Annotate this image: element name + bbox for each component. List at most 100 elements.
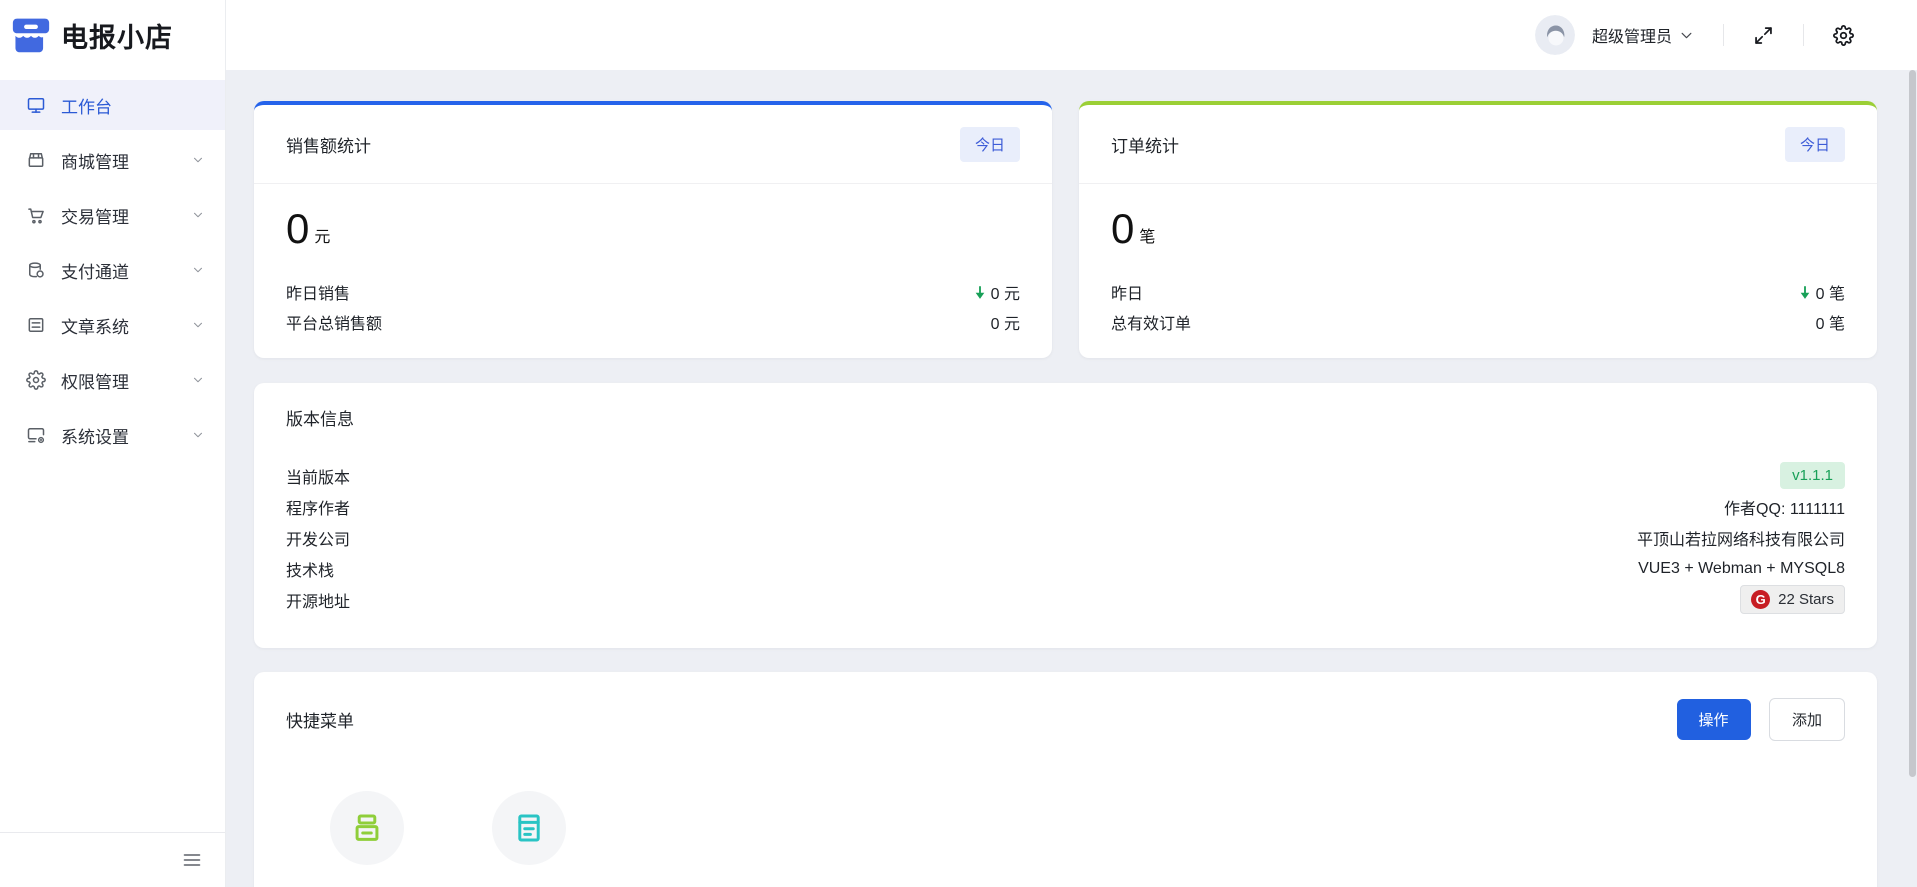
row-value: 0 笔 [1816,310,1845,334]
collapse-menu-icon[interactable] [181,849,203,871]
shortcut-label: 商品分类 [335,882,399,887]
row-label: 昨日销售 [286,280,350,304]
sales-stats-card: 销售额统计 今日 0 元 昨日销售 [254,101,1052,358]
row-label: 技术栈 [286,557,334,581]
trend-down-icon [973,285,987,300]
chevron-down-icon [191,208,205,222]
row-value: VUE3 + Webman + MYSQL8 [1638,560,1845,578]
chevron-down-icon [191,428,205,442]
operate-button[interactable]: 操作 [1677,699,1751,740]
version-row: 程序作者 作者QQ: 1111111 [286,491,1845,522]
sidebar-item-label: 文章系统 [61,313,129,338]
row-label: 当前版本 [286,464,350,488]
card-header: 快捷菜单 操作 添加 [286,698,1845,741]
today-badge[interactable]: 今日 [1785,127,1845,162]
sidebar-item-label: 工作台 [61,93,112,118]
card-header: 订单统计 今日 [1079,105,1877,184]
orders-stats-card: 订单统计 今日 0 笔 昨日 0 [1079,101,1877,358]
sidebar-item-workbench[interactable]: 工作台 [0,80,225,130]
chevron-down-icon[interactable] [1679,28,1694,43]
chevron-down-icon [191,318,205,332]
row-label: 总有效订单 [1111,310,1191,334]
monitor-icon [26,95,46,115]
sidebar-item-trade[interactable]: 交易管理 [0,190,225,240]
sidebar-item-permissions[interactable]: 权限管理 [0,355,225,405]
main-metric: 0 元 [286,208,1020,250]
row-label: 开源地址 [286,588,350,612]
row-value: 0 元 [973,280,1020,304]
trend-down-icon [1798,285,1812,300]
header-divider [1803,24,1804,46]
row-label: 开发公司 [286,526,350,550]
version-info-card: 版本信息 当前版本 v1.1.1 程序作者 作者QQ: 1111111 开发公司… [254,383,1877,648]
metric-unit: 笔 [1139,223,1155,250]
sidebar-item-label: 商城管理 [61,148,129,173]
brand-logo[interactable]: 电报小店 [0,0,225,70]
user-name[interactable]: 超级管理员 [1592,23,1672,47]
metric-row: 总有效订单 0 笔 [1111,307,1845,337]
chevron-down-icon [191,373,205,387]
version-row: 当前版本 v1.1.1 [286,460,1845,491]
metric-value: 0 [1111,208,1134,250]
row-value: 平顶山若拉网络科技有限公司 [1637,526,1845,550]
sidebar-nav: 工作台 商城管理 交易管理 支付通道 文章系统 [0,70,225,460]
shortcut-product-list[interactable]: 商品列表 [448,791,610,887]
gitee-stars-badge[interactable]: G 22 Stars [1740,585,1845,614]
row-value: 0 笔 [1798,280,1845,304]
today-badge[interactable]: 今日 [960,127,1020,162]
article-icon [26,315,46,335]
row-label: 程序作者 [286,495,350,519]
shortcut-icon-wrap [330,791,404,865]
main-metric: 0 笔 [1111,208,1845,250]
system-gear-icon [26,425,46,445]
version-row: 开发公司 平顶山若拉网络科技有限公司 [286,522,1845,553]
card-body: 0 元 昨日销售 0 元 [254,184,1052,337]
scrollbar-track[interactable] [1905,70,1917,887]
chevron-down-icon [191,263,205,277]
version-row: 技术栈 VUE3 + Webman + MYSQL8 [286,553,1845,584]
avatar-image [1535,15,1575,55]
shortcut-icon-wrap [492,791,566,865]
sidebar-item-label: 系统设置 [61,423,129,448]
sidebar-item-system[interactable]: 系统设置 [0,410,225,460]
card-title: 版本信息 [286,407,1845,433]
row-label: 昨日 [1111,280,1143,304]
payment-icon [26,260,46,280]
settings-gear-icon[interactable] [1833,25,1854,46]
row-value: 作者QQ: 1111111 [1724,495,1845,519]
sidebar-item-articles[interactable]: 文章系统 [0,300,225,350]
stars-count: 22 Stars [1778,591,1834,608]
gitee-icon: G [1751,590,1770,609]
list-icon [512,811,546,845]
metric-rows: 昨日 0 笔 总有效订单 0 笔 [1111,277,1845,337]
scrollbar-thumb[interactable] [1909,70,1916,777]
metric-row: 昨日销售 0 元 [286,277,1020,307]
sidebar-item-label: 权限管理 [61,368,129,393]
metric-unit: 元 [314,223,330,250]
shortcut-label: 商品列表 [497,882,561,887]
shortcut-product-categories[interactable]: 商品分类 [286,791,448,887]
quick-actions: 操作 添加 [1677,698,1845,741]
quick-menu-card: 快捷菜单 操作 添加 商品分类 [254,672,1877,887]
avatar[interactable] [1535,15,1575,55]
version-row: 开源地址 G 22 Stars [286,584,1845,615]
cart-icon [26,205,46,225]
category-icon [350,811,384,845]
top-header: 超级管理员 [226,0,1917,70]
row-value: 0 元 [991,310,1020,334]
metric-rows: 昨日销售 0 元 平台总销售额 0 元 [286,277,1020,337]
sidebar-item-payment[interactable]: 支付通道 [0,245,225,295]
fullscreen-icon[interactable] [1753,25,1774,46]
card-title: 订单统计 [1111,132,1179,157]
version-tag: v1.1.1 [1780,462,1845,489]
sidebar-item-label: 支付通道 [61,258,129,283]
sidebar-item-mall[interactable]: 商城管理 [0,135,225,185]
card-header: 销售额统计 今日 [254,105,1052,184]
card-title: 快捷菜单 [286,707,354,732]
permission-gear-icon [26,370,46,390]
add-button[interactable]: 添加 [1769,698,1845,741]
sidebar: 电报小店 工作台 商城管理 交易管理 支付通道 [0,0,226,887]
metric-value: 0 [286,208,309,250]
main-content: 销售额统计 今日 0 元 昨日销售 [226,70,1917,887]
row-label: 平台总销售额 [286,310,382,334]
